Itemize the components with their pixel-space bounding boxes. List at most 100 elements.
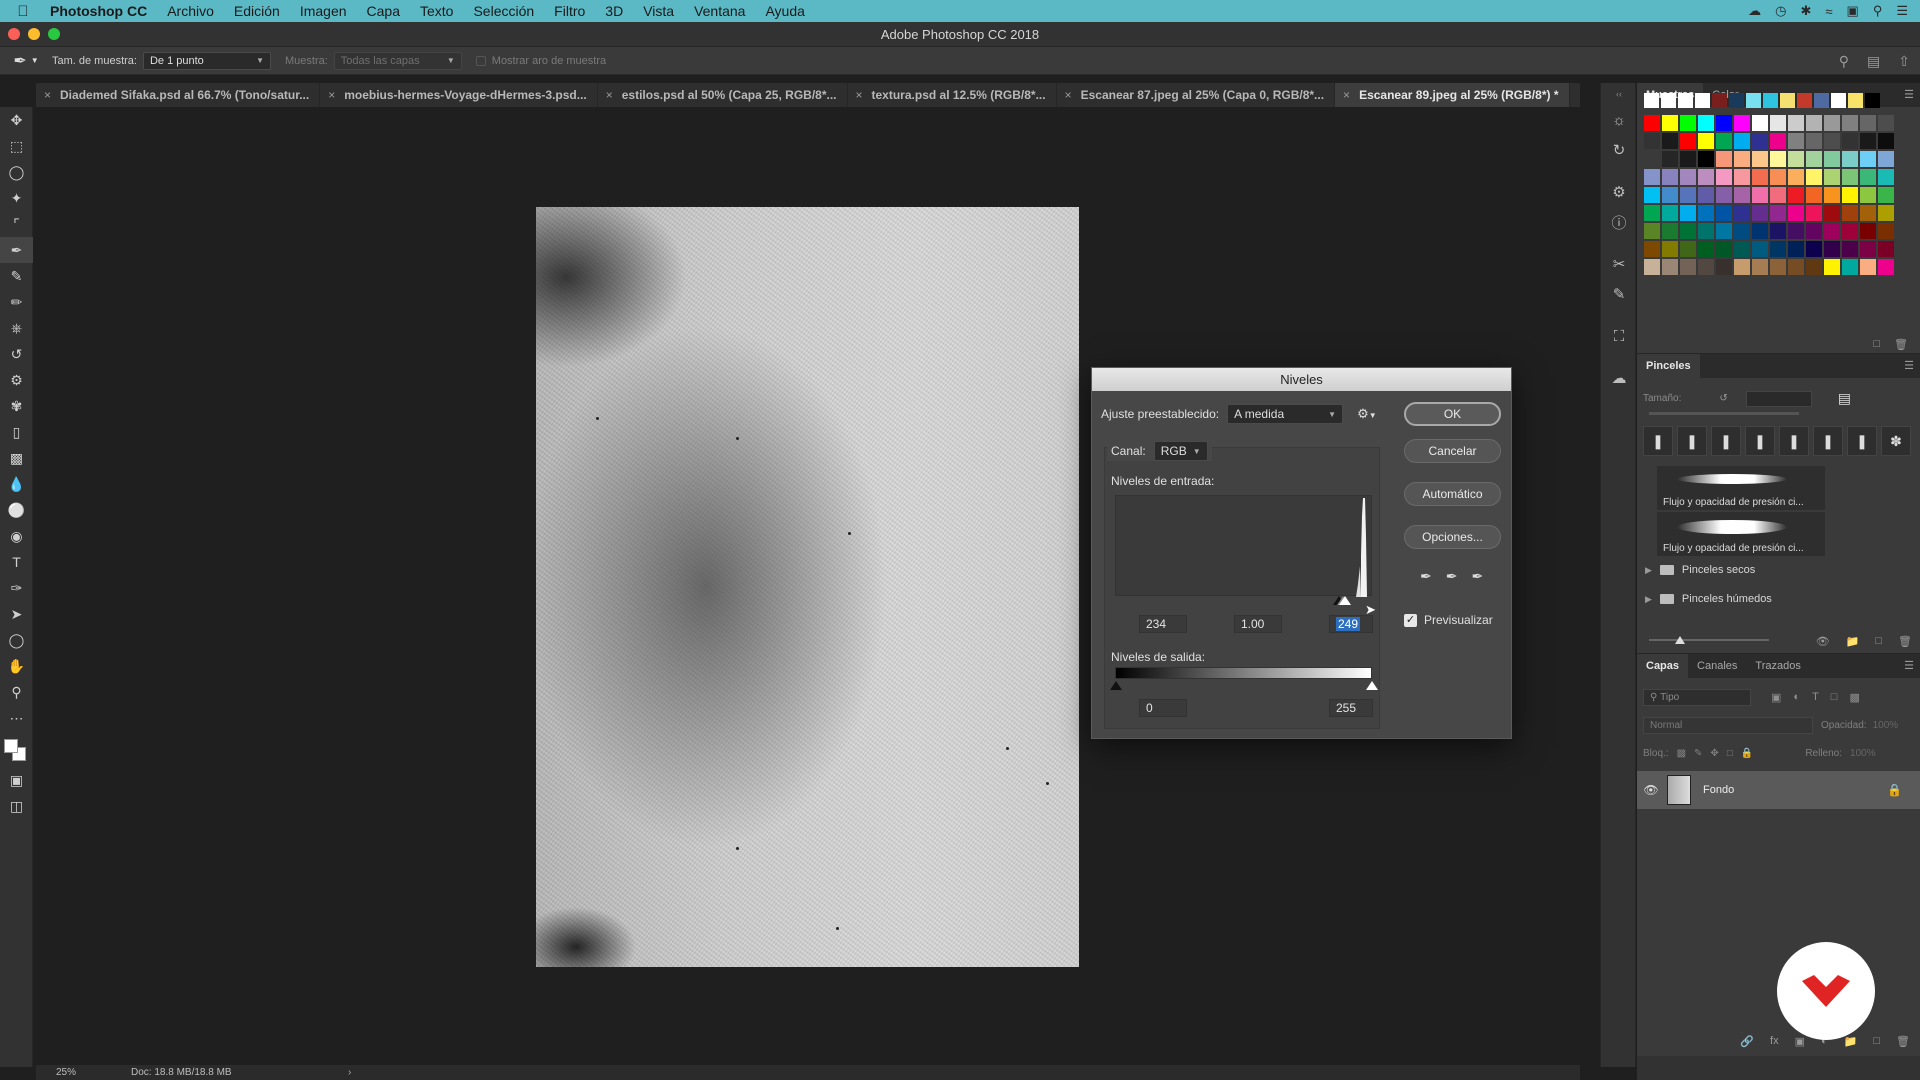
trash-icon[interactable]: 🗑 <box>1896 1035 1910 1048</box>
smart-object-filter-icon[interactable]: ▩ <box>1849 691 1859 704</box>
color-swatch[interactable] <box>1788 133 1804 149</box>
color-swatch[interactable] <box>1662 187 1678 203</box>
channel-select[interactable]: RGB ▼ <box>1153 441 1208 461</box>
learn-panel-icon[interactable]: ⚙ <box>1601 177 1637 207</box>
menu-filtro[interactable]: Filtro <box>544 3 595 19</box>
color-swatch[interactable] <box>1878 187 1894 203</box>
color-swatch[interactable] <box>1644 205 1660 221</box>
creative-cloud-icon[interactable]: ☁ <box>1748 3 1761 19</box>
zoom-tool-icon[interactable]: ⚲ <box>0 679 33 705</box>
color-swatch[interactable] <box>1752 259 1768 275</box>
panel-menu-icon[interactable]: ☰ <box>1904 659 1914 672</box>
lasso-tool-icon[interactable]: ◯ <box>0 159 33 185</box>
color-swatch[interactable] <box>1878 241 1894 257</box>
color-swatch[interactable] <box>1752 205 1768 221</box>
color-swatch[interactable] <box>1770 187 1786 203</box>
output-black-slider[interactable] <box>1110 681 1122 690</box>
layer-mask-icon[interactable]: ▣ <box>1795 1035 1805 1048</box>
adjustment-filter-icon[interactable]: ◐ <box>1793 691 1800 704</box>
gradient-tool-icon[interactable]: ▩ <box>0 445 33 471</box>
close-tab-icon[interactable]: × <box>328 88 335 102</box>
eraser-tool-icon[interactable]: ▯ <box>0 419 33 445</box>
chevron-right-icon[interactable]: › <box>348 1067 351 1078</box>
brush-group[interactable]: ▶ Pinceles húmedos <box>1645 593 1772 605</box>
color-swatch[interactable] <box>1770 259 1786 275</box>
color-swatch[interactable] <box>1716 115 1732 131</box>
color-swatch[interactable] <box>1878 205 1894 221</box>
color-swatch[interactable] <box>1734 223 1750 239</box>
color-swatch[interactable] <box>1716 187 1732 203</box>
marquee-tool-icon[interactable]: ⬚ <box>0 133 33 159</box>
color-swatch[interactable] <box>1824 205 1840 221</box>
preview-size-slider[interactable] <box>1649 639 1769 641</box>
sample-layers-select[interactable]: Todas las capas ▼ <box>333 51 462 70</box>
layer-kind-select[interactable]: ⚲ Tipo <box>1643 688 1751 706</box>
color-swatch[interactable] <box>1644 169 1660 185</box>
color-swatch[interactable] <box>1662 241 1678 257</box>
recent-color-swatch[interactable] <box>1780 93 1795 108</box>
color-swatch[interactable] <box>1842 133 1858 149</box>
blur-tool-icon[interactable]: 💧 <box>0 471 33 497</box>
document-tab[interactable]: × Escanear 87.jpeg al 25% (Capa 0, RGB/8*… <box>1057 83 1336 107</box>
brush-size-slider[interactable] <box>1649 412 1799 415</box>
color-swatch[interactable] <box>1698 133 1714 149</box>
color-swatch[interactable] <box>1842 223 1858 239</box>
color-swatch[interactable] <box>1878 169 1894 185</box>
zoom-level[interactable]: 25% <box>36 1067 91 1078</box>
wifi-icon[interactable]: ≈ <box>1825 4 1832 19</box>
reset-icon[interactable]: ↺ <box>1719 393 1727 404</box>
color-swatch[interactable] <box>1662 205 1678 221</box>
color-swatch[interactable] <box>1752 169 1768 185</box>
lock-transparent-icon[interactable]: ▩ <box>1677 748 1686 759</box>
brush-tip[interactable]: ❚ <box>1745 426 1775 456</box>
trash-icon[interactable]: 🗑 <box>1894 338 1908 351</box>
color-swatch[interactable] <box>1698 151 1714 167</box>
color-swatch[interactable] <box>1734 259 1750 275</box>
color-swatch[interactable] <box>1788 241 1804 257</box>
quick-mask-icon[interactable]: ▣ <box>0 767 33 793</box>
color-swatch[interactable] <box>1752 187 1768 203</box>
color-swatch[interactable] <box>1806 133 1822 149</box>
color-swatch[interactable] <box>1860 151 1876 167</box>
recent-color-swatch[interactable] <box>1865 93 1880 108</box>
eyedropper-preset-icon[interactable]: ✒ ▼ <box>0 51 52 71</box>
lock-all-icon[interactable]: 🔒 <box>1741 748 1753 759</box>
new-brush-icon[interactable]: □ <box>1875 635 1882 648</box>
color-swatch[interactable] <box>1806 151 1822 167</box>
color-swatch[interactable] <box>1878 133 1894 149</box>
recent-color-swatch[interactable] <box>1746 93 1761 108</box>
color-swatch[interactable] <box>1644 241 1660 257</box>
info-panel-icon[interactable]: ⓘ <box>1601 207 1637 237</box>
crop-tool-icon[interactable]: ⌜ <box>0 211 33 237</box>
color-swatch[interactable] <box>1806 223 1822 239</box>
color-swatch[interactable] <box>1788 187 1804 203</box>
panel-menu-icon[interactable]: ☰ <box>1904 359 1914 372</box>
menu-texto[interactable]: Texto <box>410 3 463 19</box>
color-swatch[interactable] <box>1842 259 1858 275</box>
brush-tip[interactable]: ❚ <box>1677 426 1707 456</box>
color-swatch[interactable] <box>1806 169 1822 185</box>
ellipse-tool-icon[interactable]: ◯ <box>0 627 33 653</box>
color-swatch[interactable] <box>1734 187 1750 203</box>
color-swatch[interactable] <box>1752 133 1768 149</box>
input-black-field[interactable]: 234 <box>1139 615 1187 633</box>
magic-wand-tool-icon[interactable]: ✦ <box>0 185 33 211</box>
type-tool-icon[interactable]: T <box>0 549 33 575</box>
color-swatch[interactable] <box>1860 241 1876 257</box>
color-swatch[interactable] <box>1788 115 1804 131</box>
recent-color-swatch[interactable] <box>1695 93 1710 108</box>
color-swatch[interactable] <box>1644 259 1660 275</box>
color-swatch[interactable] <box>1878 259 1894 275</box>
show-ring-checkbox[interactable] <box>475 55 486 66</box>
lock-artboard-icon[interactable]: □ <box>1727 748 1733 759</box>
tab-canales[interactable]: Canales <box>1688 654 1746 678</box>
pixel-filter-icon[interactable]: ▣ <box>1771 691 1781 704</box>
sample-size-select[interactable]: De 1 punto ▼ <box>142 51 271 70</box>
output-white-field[interactable]: 255 <box>1329 699 1373 717</box>
output-black-field[interactable]: 0 <box>1139 699 1187 717</box>
color-swatch[interactable] <box>1716 241 1732 257</box>
menu-imagen[interactable]: Imagen <box>290 3 357 19</box>
slider-knob[interactable] <box>1675 636 1685 644</box>
color-swatch[interactable] <box>1878 223 1894 239</box>
history-panel-icon[interactable]: ↻ <box>1601 135 1637 165</box>
